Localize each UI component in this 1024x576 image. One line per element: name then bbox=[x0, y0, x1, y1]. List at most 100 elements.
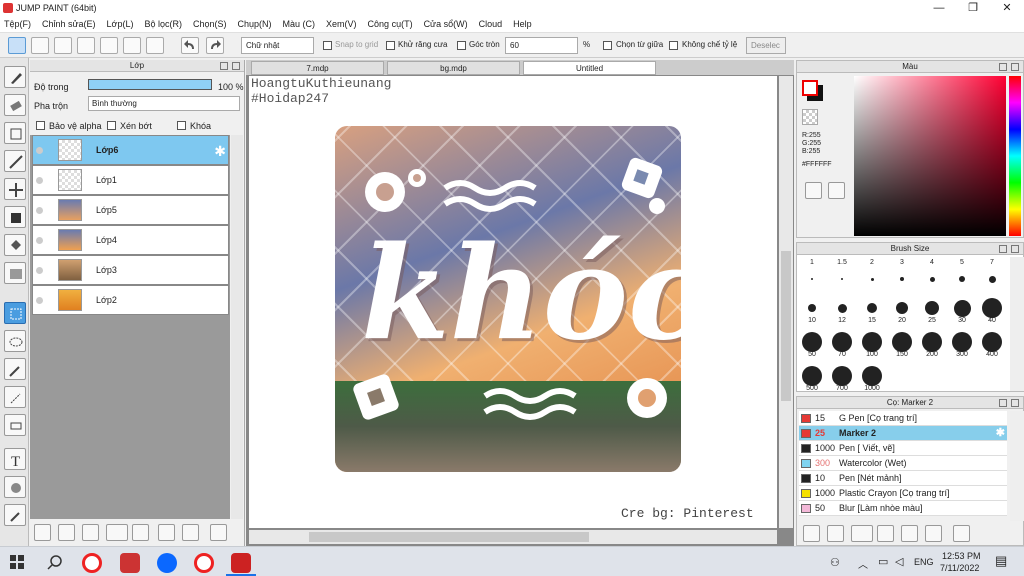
fill-rect-tool-icon[interactable] bbox=[4, 206, 26, 228]
folder-button[interactable] bbox=[132, 524, 149, 541]
volume-icon[interactable]: ◁ bbox=[895, 555, 903, 568]
brush-size-cell[interactable]: 70 bbox=[827, 327, 857, 361]
transparent-color-swatch[interactable] bbox=[802, 109, 818, 125]
pen-row[interactable]: 15 G Pen [Cọ trang trí] bbox=[799, 411, 1007, 426]
panel-close-icon[interactable] bbox=[1011, 63, 1019, 71]
opera-icon[interactable] bbox=[82, 553, 102, 573]
gradient-tool-icon[interactable] bbox=[4, 262, 26, 284]
pen-list-scrollbar[interactable] bbox=[1010, 411, 1024, 521]
brush-size-cell[interactable]: 1000 bbox=[857, 361, 887, 395]
visibility-icon[interactable] bbox=[36, 237, 43, 244]
brush-size-cell[interactable]: 20 bbox=[887, 293, 917, 327]
eyedropper-tool-icon[interactable] bbox=[4, 504, 26, 526]
hue-slider[interactable] bbox=[1009, 76, 1021, 236]
panel-float-icon[interactable] bbox=[220, 62, 228, 70]
brush-size-cell[interactable]: 4 bbox=[917, 259, 947, 293]
lasso-tool-icon[interactable] bbox=[4, 330, 26, 352]
clock-time[interactable]: 12:53 PM bbox=[942, 551, 981, 561]
tab-untitled[interactable]: Untitled bbox=[523, 61, 656, 75]
pen-folder2-button[interactable] bbox=[901, 525, 918, 542]
pen-row[interactable]: 300 Watercolor (Wet) bbox=[799, 456, 1007, 471]
bucket-tool-icon[interactable] bbox=[4, 234, 26, 256]
brush-size-cell[interactable]: 150 bbox=[887, 327, 917, 361]
search-icon[interactable] bbox=[47, 554, 63, 570]
rectangle-tool-icon[interactable] bbox=[4, 122, 26, 144]
palette-settings-icon[interactable] bbox=[828, 182, 845, 199]
add-layer-menu-button[interactable] bbox=[106, 524, 128, 541]
new-layer-8bit-button[interactable] bbox=[58, 524, 75, 541]
brush-size-scrollbar[interactable] bbox=[1010, 257, 1024, 391]
select-eraser-tool-icon[interactable] bbox=[4, 414, 26, 436]
brush-size-cell[interactable]: 200 bbox=[917, 327, 947, 361]
visibility-icon[interactable] bbox=[36, 297, 43, 304]
select-pen-tool-icon[interactable] bbox=[4, 386, 26, 408]
canvas-vscrollbar[interactable] bbox=[779, 76, 793, 528]
brush-size-cell[interactable]: 7 bbox=[977, 259, 1007, 293]
brush-size-cell[interactable]: 400 bbox=[977, 327, 1007, 361]
panel-icon[interactable] bbox=[123, 37, 141, 54]
menu-layer[interactable]: Lớp(L) bbox=[107, 19, 134, 29]
pen-row[interactable]: 1000 Pen [ Viết, vẽ] bbox=[799, 441, 1007, 456]
brush-size-cell[interactable]: 15 bbox=[857, 293, 887, 327]
menu-cloud[interactable]: Cloud bbox=[479, 19, 503, 29]
menu-file[interactable]: Tệp(F) bbox=[4, 19, 31, 29]
minimize-button[interactable]: — bbox=[922, 0, 956, 16]
menu-view[interactable]: Xem(V) bbox=[326, 19, 357, 29]
app-icon[interactable] bbox=[120, 553, 140, 573]
merge-layer-button[interactable] bbox=[182, 524, 199, 541]
brush-size-cell[interactable]: 100 bbox=[857, 327, 887, 361]
export-icon[interactable] bbox=[31, 37, 49, 54]
brush-size-cell[interactable]: 700 bbox=[827, 361, 857, 395]
delete-layer-button[interactable] bbox=[210, 524, 227, 541]
language-indicator[interactable]: ENG bbox=[914, 557, 934, 567]
menu-tools[interactable]: Công cụ(T) bbox=[368, 19, 413, 29]
select-rect-tool-icon[interactable] bbox=[4, 302, 26, 324]
brush-size-cell[interactable]: 2 bbox=[857, 259, 887, 293]
gear-icon[interactable]: ✱ bbox=[996, 426, 1005, 441]
brush-size-cell[interactable]: 300 bbox=[947, 327, 977, 361]
layer-row[interactable]: Lớp6 ✱ bbox=[32, 135, 229, 165]
document-canvas[interactable]: HoangtuKuthieunang #Hoidap247 khóc Cre b bbox=[249, 76, 777, 528]
pen-menu-button[interactable] bbox=[851, 525, 873, 542]
brush-size-cell[interactable]: 10 bbox=[797, 293, 827, 327]
pen-copy-button[interactable] bbox=[877, 525, 894, 542]
layer-row[interactable]: Lớp4 bbox=[32, 225, 229, 255]
pen-row[interactable]: 25 Marker 2 ✱ bbox=[799, 426, 1007, 441]
pen-row[interactable]: 1000 Plastic Crayon [Cọ trang trí] bbox=[799, 486, 1007, 501]
round-corner-checkbox[interactable] bbox=[457, 41, 466, 50]
panel-float-icon[interactable] bbox=[999, 63, 1007, 71]
select-center-checkbox[interactable] bbox=[603, 41, 612, 50]
new-layer-button[interactable] bbox=[34, 524, 51, 541]
magic-wand-tool-icon[interactable] bbox=[4, 358, 26, 380]
undo-button[interactable] bbox=[181, 37, 199, 54]
layer-row[interactable]: Lớp2 bbox=[32, 285, 229, 315]
menu-color[interactable]: Màu (C) bbox=[283, 19, 316, 29]
menu-window[interactable]: Cửa sổ(W) bbox=[424, 19, 468, 29]
brush-size-cell[interactable]: 12 bbox=[827, 293, 857, 327]
line-tool-icon[interactable] bbox=[4, 150, 26, 172]
color-picker-square[interactable] bbox=[854, 76, 1006, 236]
page-icon[interactable] bbox=[100, 37, 118, 54]
canvas-hscrollbar[interactable] bbox=[249, 530, 777, 544]
network-icon[interactable]: ▭ bbox=[878, 555, 888, 568]
windows-start-icon[interactable] bbox=[10, 555, 24, 569]
pen-folder-button[interactable] bbox=[827, 525, 844, 542]
round-value-input[interactable]: 60 bbox=[505, 37, 578, 54]
gear-icon[interactable]: ✱ bbox=[214, 143, 226, 160]
antialias-checkbox[interactable] bbox=[386, 41, 395, 50]
snap-checkbox[interactable] bbox=[323, 41, 332, 50]
add-pen-button[interactable] bbox=[803, 525, 820, 542]
eraser-tool-icon[interactable] bbox=[4, 94, 26, 116]
visibility-icon[interactable] bbox=[36, 207, 43, 214]
menu-capture[interactable]: Chụp(N) bbox=[238, 19, 272, 29]
blend-select[interactable]: Bình thường bbox=[88, 96, 240, 111]
brush-size-cell[interactable]: 1 bbox=[797, 259, 827, 293]
opacity-slider[interactable] bbox=[88, 79, 212, 90]
menu-edit[interactable]: Chỉnh sửa(E) bbox=[42, 19, 96, 29]
jump-paint-icon[interactable] bbox=[231, 553, 251, 573]
move-tool-icon[interactable] bbox=[4, 178, 26, 200]
layer-row[interactable]: Lớp1 bbox=[32, 165, 229, 195]
brush-size-cell[interactable]: 500 bbox=[797, 361, 827, 395]
visibility-icon[interactable] bbox=[36, 147, 43, 154]
lock-checkbox[interactable] bbox=[177, 121, 186, 130]
